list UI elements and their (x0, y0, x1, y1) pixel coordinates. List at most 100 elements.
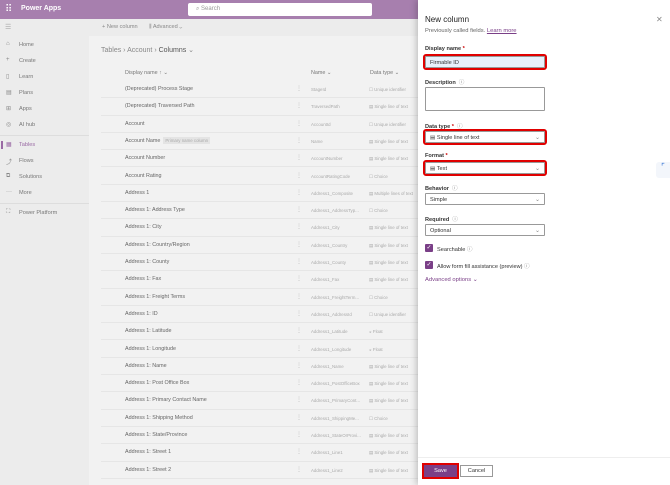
more-options-icon[interactable]: ⋮ (296, 466, 302, 473)
advanced-button[interactable]: ⫼ Advanced ⌄ (149, 24, 182, 31)
table-row[interactable]: Address 1: Primary Contact Name ⋮ Address1… (101, 392, 418, 410)
sidebar-item-home[interactable]: ⌂ Home (0, 38, 89, 52)
learn-more-link[interactable]: Learn more (487, 28, 517, 34)
header-display-name[interactable]: Display name ↑ ⌄ (125, 70, 168, 76)
more-options-icon[interactable]: ⋮ (296, 154, 302, 161)
table-icon: ▦ (6, 142, 12, 148)
table-row[interactable]: Account Rating ⋮ AccountRatingCode ☐ Choice (101, 168, 418, 185)
table-row[interactable]: Address 1: Freight Terms ⋮ Address1_Freigh… (101, 289, 418, 306)
more-options-icon[interactable]: ⋮ (296, 448, 302, 455)
new-column-button[interactable]: + New column (102, 24, 138, 30)
app-launcher-icon[interactable]: ⠿ (5, 4, 12, 15)
table-row[interactable]: Address 1: Longitude ⋮ Address1_Longitude ◒… (101, 341, 418, 358)
display-name-text: Address 1: Longitude (125, 345, 176, 352)
table-row[interactable]: Account Number ⋮ AccountNumber ▤ Single lin… (101, 150, 418, 168)
column-display-name: Address 1: City (125, 224, 162, 230)
subtitle-text: Previously called fields. (425, 28, 486, 34)
header-name[interactable]: Name ⌄ (311, 70, 331, 76)
breadcrumb-tables[interactable]: Tables (101, 47, 121, 54)
more-options-icon[interactable]: ⋮ (296, 293, 302, 300)
table-row[interactable]: (Deprecated) Traversed Path ⋮ TraversedPat… (101, 98, 418, 116)
table-row[interactable]: Address 1: Address Type ⋮ Address1_Address… (101, 202, 418, 220)
data-type-dropdown[interactable]: ▤ Single line of text ⌄ (423, 129, 547, 145)
more-options-icon[interactable]: ⋮ (296, 431, 302, 438)
sidebar-item-apps[interactable]: ⊞ Apps (0, 102, 89, 116)
more-options-icon[interactable]: ⋮ (296, 241, 302, 248)
table-row[interactable]: Address 1: Street 2 ⋮ Address1_Line2 ▤ Sing… (101, 462, 418, 479)
table-row[interactable]: Account Name Primary name column ⋮ Name ▤ Si… (101, 133, 418, 151)
table-row[interactable]: Address 1: Country/Region ⋮ Address1_Count… (101, 237, 418, 254)
table-row[interactable]: (Deprecated) Process Stage ⋮ StageId ☐ Uniq… (101, 81, 418, 99)
sidebar-item-learn[interactable]: ▯ Learn (0, 70, 89, 84)
sidebar-item-power-platform[interactable]: ⛶ Power Platform (0, 206, 89, 220)
table-row[interactable]: Account ⋮ AccountId ☐ Unique identifier (101, 116, 418, 133)
more-options-icon[interactable]: ⋮ (296, 120, 302, 127)
data-type-icon: ▤ (369, 277, 374, 283)
info-icon[interactable]: ⓘ (524, 264, 530, 270)
more-options-icon[interactable]: ⋮ (296, 172, 302, 179)
table-row[interactable]: Address 1: Latitude ⋮ Address1_Latitude ◒ F… (101, 323, 418, 341)
table-row[interactable]: Address 1: County ⋮ Address1_County ▤ Singl… (101, 254, 418, 272)
advanced-options-toggle[interactable]: Advanced options ⌄ (425, 277, 478, 283)
table-row[interactable]: Address 1: ID ⋮ Address1_AddressId ☐ Unique… (101, 306, 418, 324)
close-icon[interactable]: ✕ (656, 15, 663, 24)
table-row[interactable]: Address 1: State/Province ⋮ Address1_State… (101, 427, 418, 445)
more-options-icon[interactable]: ⋮ (296, 189, 302, 196)
header-data-type[interactable]: Data type ⌄ (370, 70, 399, 76)
save-button[interactable]: Save (422, 463, 459, 479)
required-dropdown[interactable]: Optional ⌄ (425, 224, 545, 236)
info-icon[interactable]: ⓘ (457, 124, 463, 130)
data-type-icon: ▤ (369, 138, 374, 144)
more-options-icon[interactable]: ⋮ (296, 362, 302, 369)
flows-icon: ⤴ (6, 160, 13, 166)
description-textarea[interactable] (425, 87, 545, 111)
table-row[interactable]: Address 1: Fax ⋮ Address1_Fax ▤ Single line… (101, 271, 418, 289)
more-options-icon[interactable]: ⋮ (296, 85, 302, 92)
table-row[interactable]: Address 1 ⋮ Address1_Composite ▤ Multiple l… (101, 185, 418, 203)
search-input[interactable]: ⌕ Search (188, 3, 372, 16)
form-fill-checkbox[interactable]: ✓ (425, 261, 433, 269)
more-options-icon[interactable]: ⋮ (296, 379, 302, 386)
label-text: Data type (425, 124, 451, 130)
info-icon[interactable]: ⓘ (467, 247, 473, 253)
sidebar-item-tables[interactable]: ▦ Tables (0, 138, 89, 152)
more-options-icon[interactable]: ⋮ (296, 310, 302, 317)
more-options-icon[interactable]: ⋮ (296, 223, 302, 230)
more-options-icon[interactable]: ⋮ (296, 345, 302, 352)
more-options-icon[interactable]: ⋮ (296, 206, 302, 213)
display-name-value: Firmable ID (430, 60, 459, 66)
info-icon[interactable]: ⓘ (452, 217, 458, 223)
table-row[interactable]: Address 1: Shipping Method ⋮ Address1_Ship… (101, 410, 418, 427)
data-type-icon: ▤ (369, 467, 374, 473)
more-options-icon[interactable]: ⋮ (296, 102, 302, 109)
table-row[interactable]: Address 1: Post Office Box ⋮ Address1_Post… (101, 375, 418, 393)
cancel-button[interactable]: Cancel (460, 465, 493, 477)
breadcrumb-columns[interactable]: Columns (159, 47, 187, 54)
sidebar-item-ai-hub[interactable]: ◎ AI hub (0, 118, 89, 132)
info-icon[interactable]: ⓘ (459, 80, 465, 86)
sidebar-item-plans[interactable]: ▤ Plans (0, 86, 89, 100)
display-name-input[interactable]: Firmable ID (423, 54, 547, 70)
sidebar-item-more[interactable]: ··· More (0, 186, 89, 200)
info-icon[interactable]: ⓘ (452, 186, 458, 192)
copilot-side-button[interactable]: ⌜ (656, 162, 670, 178)
breadcrumb-account[interactable]: Account (127, 47, 152, 54)
more-options-icon[interactable]: ⋮ (296, 137, 302, 144)
sidebar-item-create[interactable]: + Create (0, 54, 89, 68)
table-row[interactable]: Address 1: Street 1 ⋮ Address1_Line1 ▤ Sing… (101, 444, 418, 462)
table-row[interactable]: Address 1: City ⋮ Address1_City ▤ Single li… (101, 219, 418, 237)
sidebar-item-solutions[interactable]: ⧉ Solutions (0, 170, 89, 184)
more-options-icon[interactable]: ⋮ (296, 275, 302, 282)
more-options-icon[interactable]: ⋮ (296, 396, 302, 403)
table-row[interactable]: Address 1: Name ⋮ Address1_Name ▤ Single li… (101, 358, 418, 376)
sidebar-item-flows[interactable]: ⤴ Flows (0, 154, 89, 168)
more-options-icon[interactable]: ⋮ (296, 327, 302, 334)
data-type-icon: ☐ (369, 415, 373, 421)
more-options-icon[interactable]: ⋮ (296, 258, 302, 265)
behavior-dropdown[interactable]: Simple ⌄ (425, 193, 545, 205)
collapse-nav-icon[interactable]: ☰ (5, 23, 11, 31)
searchable-checkbox[interactable]: ✓ (425, 244, 433, 252)
more-options-icon[interactable]: ⋮ (296, 414, 302, 421)
column-name: Address1_County (311, 260, 346, 265)
format-dropdown[interactable]: ▤ Text ⌄ (423, 160, 547, 176)
